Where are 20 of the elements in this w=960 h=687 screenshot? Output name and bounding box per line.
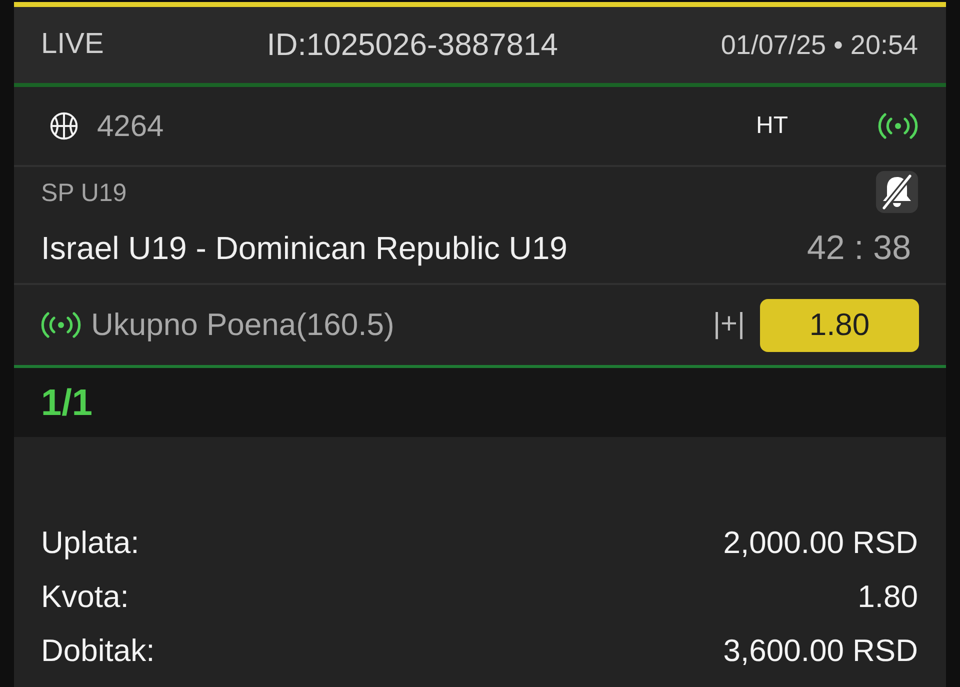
event-code: 4264: [97, 108, 164, 144]
market-marker: |+|: [712, 307, 745, 342]
summary-label: Dobitak:: [41, 632, 155, 670]
summary-value: 1.80: [858, 578, 918, 616]
basketball-icon: [50, 112, 78, 140]
live-label: LIVE: [41, 27, 104, 62]
period-label: HT: [756, 111, 788, 141]
league-name: SP U19: [41, 178, 127, 209]
summary-label: Uplata:: [41, 524, 140, 562]
ticket-id: ID:1025026-3887814: [266, 26, 558, 64]
summary-value: 2,000.00 RSD: [723, 524, 918, 562]
summary-label: Kvota:: [41, 578, 129, 616]
match-score: 42 : 38: [807, 228, 911, 268]
match-teams: Israel U19 - Dominican Republic U19: [41, 229, 568, 268]
bell-slash-icon[interactable]: [876, 171, 918, 213]
market-name: Ukupno Poena(160.5): [91, 306, 394, 344]
summary-value: 3,600.00 RSD: [723, 632, 918, 670]
odds-badge: 1.80: [760, 298, 919, 352]
combination-count: 1/1: [41, 380, 92, 425]
ticket-datetime: 01/07/25 • 20:54: [720, 28, 918, 62]
